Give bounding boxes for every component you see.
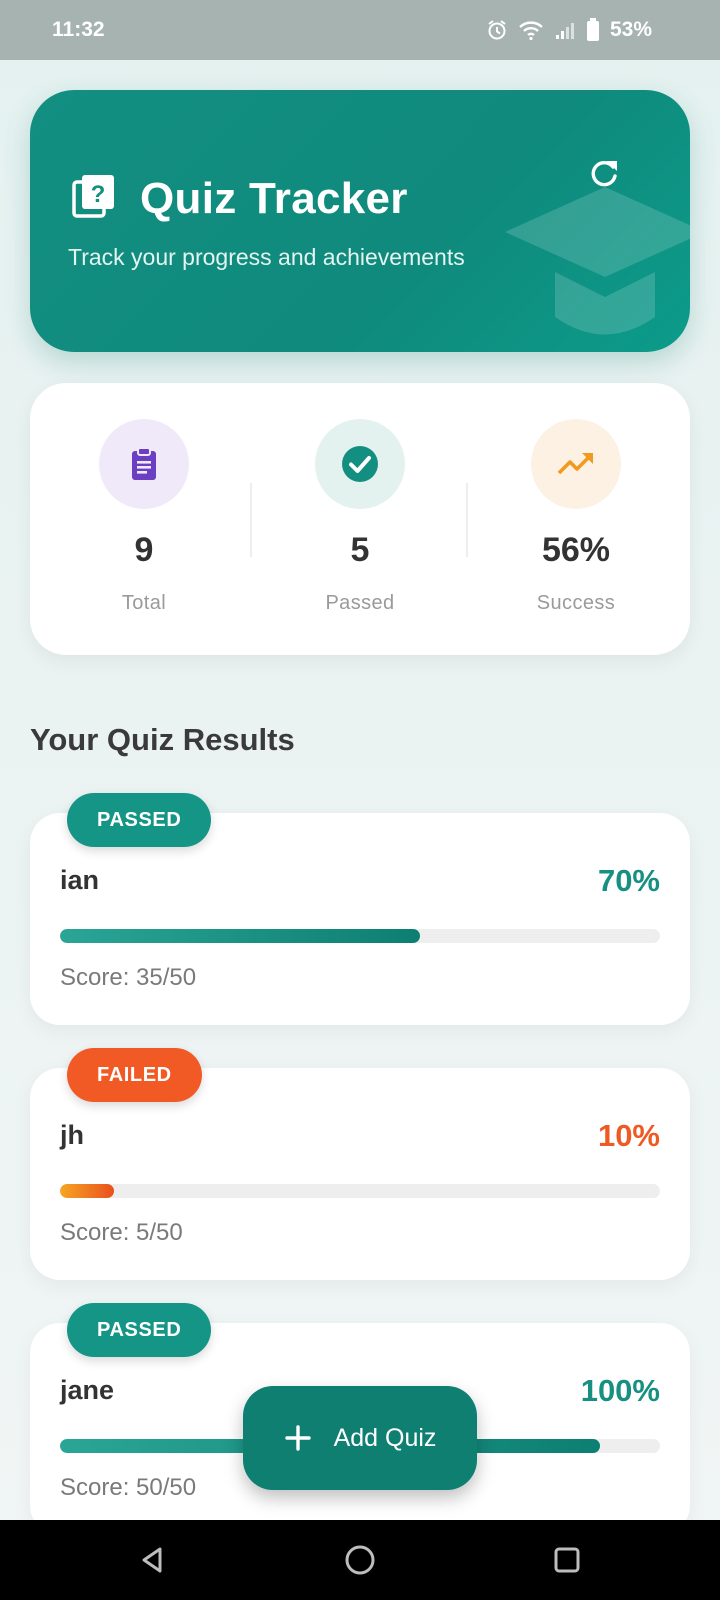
quiz-card[interactable]: FAILED jh 10% Score: 5/50 [30, 1048, 690, 1280]
refresh-icon [591, 160, 617, 187]
progress-fill [60, 929, 420, 943]
recents-icon [554, 1547, 580, 1573]
stat-passed: 5 Passed [260, 419, 460, 615]
add-quiz-button[interactable]: Add Quiz [243, 1386, 477, 1490]
stats-card: 9 Total 5 Passed 56% Success [30, 383, 690, 655]
quiz-icon: ? [70, 172, 118, 225]
progress-fill [60, 1184, 114, 1198]
quiz-percent: 70% [597, 863, 660, 898]
svg-text:?: ? [91, 181, 106, 208]
home-button[interactable] [338, 1538, 382, 1582]
header-title-row: ? Quiz Tracker [70, 172, 408, 225]
navigation-bar [0, 1520, 720, 1600]
alarm-icon [486, 19, 508, 41]
quiz-percent: 100% [580, 1373, 660, 1408]
divider [250, 483, 252, 557]
status-time: 11:32 [52, 18, 105, 41]
plus-icon [284, 1425, 311, 1451]
add-quiz-label: Add Quiz [333, 1423, 437, 1452]
back-button[interactable] [131, 1538, 175, 1582]
page-title: Quiz Tracker [140, 173, 408, 223]
wifi-icon [518, 19, 544, 41]
refresh-button[interactable] [582, 152, 626, 196]
quiz-score: Score: 5/50 [60, 1219, 183, 1246]
quiz-percent: 10% [597, 1118, 660, 1153]
stat-total-label: Total [121, 592, 167, 614]
header-card: ? Quiz Tracker Track your progress and a… [30, 90, 690, 352]
header-subtitle: Track your progress and achievements [68, 244, 465, 270]
home-icon [345, 1545, 375, 1575]
quiz-score: Score: 35/50 [60, 964, 197, 991]
stat-total-badge [99, 419, 189, 509]
status-badge: PASSED [67, 793, 212, 847]
status-bar: 11:32 53% [0, 0, 720, 60]
divider [466, 483, 468, 557]
trending-up-icon [557, 453, 593, 475]
quiz-name: jh [60, 1120, 84, 1150]
progress-bar [60, 1184, 660, 1198]
graduation-cap-icon [505, 187, 690, 335]
stat-success-label: Success [536, 592, 616, 614]
progress-bar [60, 929, 660, 943]
clipboard-icon [132, 447, 156, 480]
status-badge: PASSED [67, 1303, 212, 1357]
stat-success-value: 56% [541, 531, 611, 569]
section-title: Your Quiz Results [30, 722, 295, 757]
signal-icon [554, 20, 576, 40]
quiz-card[interactable]: PASSED ian 70% Score: 35/50 [30, 793, 690, 1025]
back-icon [142, 1547, 162, 1573]
battery-percent: 53% [609, 18, 652, 41]
stat-total-value: 9 [134, 531, 154, 569]
status-icons: 53% [486, 18, 652, 42]
stat-passed-value: 5 [350, 531, 370, 569]
quiz-score: Score: 50/50 [60, 1474, 197, 1501]
check-circle-icon [342, 446, 378, 482]
battery-icon [586, 18, 600, 42]
stat-total: 9 Total [44, 419, 244, 615]
recents-button[interactable] [545, 1538, 589, 1582]
quiz-name: ian [60, 865, 100, 895]
status-badge: FAILED [67, 1048, 202, 1102]
stat-success-badge [531, 419, 621, 509]
stat-success: 56% Success [476, 419, 676, 615]
stat-passed-label: Passed [325, 592, 395, 614]
stat-passed-badge [315, 419, 405, 509]
quiz-name: jane [60, 1375, 115, 1405]
